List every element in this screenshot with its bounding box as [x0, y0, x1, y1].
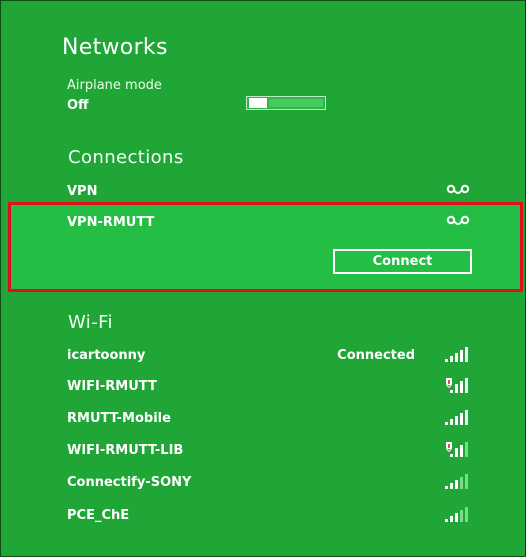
wifi-item-label: icartoonny: [67, 348, 146, 363]
wifi-item-label: WIFI-RMUTT: [67, 379, 157, 394]
toggle-track-fill: [269, 99, 323, 107]
wifi-item-connectify-sony[interactable]: Connectify-SONY: [67, 473, 485, 495]
wifi-item-label: WIFI-RMUTT-LIB: [67, 443, 184, 458]
wifi-item-icartoonny[interactable]: icartoonny Connected: [67, 346, 485, 368]
wifi-item-label: RMUTT-Mobile: [67, 411, 171, 426]
airplane-mode-state: Off: [67, 98, 89, 113]
airplane-mode-label: Airplane mode: [67, 78, 162, 93]
wifi-signal-icon: [445, 410, 468, 425]
panel-title: Networks: [62, 35, 168, 60]
connection-item-vpn-rmutt[interactable]: VPN-RMUTT: [67, 213, 485, 235]
wifi-signal-icon: [445, 507, 468, 522]
connect-button[interactable]: Connect: [333, 249, 472, 274]
vpn-icon: [446, 184, 470, 194]
connection-item-vpn[interactable]: VPN: [67, 182, 485, 204]
connection-item-label: VPN: [67, 184, 98, 199]
wifi-item-label: Connectify-SONY: [67, 475, 192, 490]
wifi-section-title: Wi-Fi: [68, 312, 113, 333]
airplane-mode-toggle[interactable]: [246, 96, 326, 110]
connection-item-label: VPN-RMUTT: [67, 215, 155, 230]
wifi-status-connected: Connected: [337, 348, 415, 363]
wifi-item-label: PCE_ChE: [67, 508, 130, 523]
wifi-item-pce-che[interactable]: PCE_ChE: [67, 506, 485, 528]
wifi-item-wifi-rmutt[interactable]: WIFI-RMUTT: [67, 377, 485, 399]
wifi-signal-shield-icon: [446, 442, 468, 457]
vpn-icon: [446, 215, 470, 225]
wifi-item-rmutt-mobile[interactable]: RMUTT-Mobile: [67, 409, 485, 431]
wifi-signal-icon: [445, 347, 468, 362]
networks-panel: Networks Airplane mode Off Connections V…: [0, 0, 526, 557]
connections-section-title: Connections: [68, 147, 184, 168]
toggle-knob[interactable]: [249, 98, 267, 108]
wifi-signal-icon: [445, 474, 468, 489]
wifi-item-wifi-rmutt-lib[interactable]: WIFI-RMUTT-LIB: [67, 441, 485, 463]
wifi-signal-shield-icon: [446, 378, 468, 393]
